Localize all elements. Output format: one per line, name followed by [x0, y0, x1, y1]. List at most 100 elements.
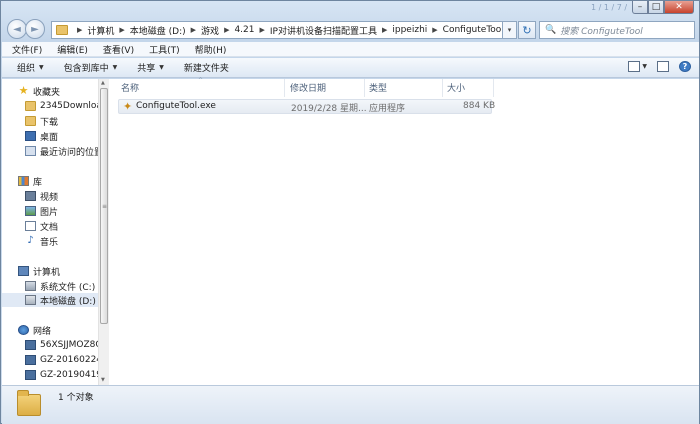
column-header-size[interactable]: 大小	[447, 81, 465, 94]
sidebar-item-label: 计算机	[33, 267, 61, 278]
change-view-icon[interactable]	[628, 61, 641, 72]
breadcrumb-ippeizhi[interactable]: ippeizhi	[392, 25, 427, 35]
breadcrumb-separator[interactable]: ▶	[432, 26, 437, 34]
chevron-down-icon: ▼	[112, 64, 118, 71]
close-button[interactable]: ✕	[664, 1, 694, 14]
include-in-library-label: 包含到库中	[63, 64, 109, 74]
sidebar-item-label: 文档	[40, 222, 59, 233]
breadcrumb-separator[interactable]: ▶	[119, 26, 124, 34]
include-in-library-button[interactable]: 包含到库中 ▼	[64, 61, 118, 74]
sidebar-item-label: GZ-20190419OJ	[40, 370, 98, 380]
new-folder-button[interactable]: 新建文件夹	[184, 61, 229, 74]
library-icon	[18, 176, 29, 186]
sidebar-item-network[interactable]: 网络	[2, 323, 51, 337]
network-computer-icon	[25, 370, 36, 380]
preview-pane-icon[interactable]	[657, 61, 669, 72]
menu-file[interactable]: 文件(F)	[12, 43, 42, 56]
breadcrumb-computer[interactable]: 计算机	[87, 24, 114, 37]
sidebar-item-2345downloads[interactable]: 2345Downloads	[2, 99, 98, 113]
sidebar-item-label: 56XSJJMOZ8C7	[40, 340, 98, 350]
sidebar-item-network-pc[interactable]: GZ-20160224PA	[2, 353, 98, 367]
organize-button[interactable]: 组织 ▼	[17, 61, 44, 74]
sidebar-item-network-pc[interactable]: 56XSJJMOZ8C7	[2, 338, 98, 352]
sidebar-item-drive-d[interactable]: 本地磁盘 (D:)	[2, 293, 98, 307]
chevron-down-icon: ▼	[39, 64, 44, 71]
drive-icon	[25, 295, 36, 305]
menu-view[interactable]: 查看(V)	[103, 43, 134, 56]
application-icon: ✦	[123, 100, 133, 113]
sidebar-item-network-pc[interactable]: GZ-20190419OJ	[2, 368, 98, 382]
sidebar-item-favorites[interactable]: ★ 收藏夹	[2, 84, 60, 98]
column-divider[interactable]	[284, 79, 285, 97]
command-toolbar: 组织 ▼ 包含到库中 ▼ 共享 ▼ 新建文件夹 ▼ ?	[2, 58, 699, 78]
organize-label: 组织	[17, 64, 36, 74]
column-divider[interactable]	[493, 79, 494, 97]
scroll-up-icon[interactable]: ▲	[101, 80, 105, 86]
music-icon: ♪	[27, 235, 34, 246]
drive-icon	[25, 281, 36, 291]
item-count: 1 个对象	[58, 393, 94, 403]
breadcrumb-separator: ▶	[77, 26, 83, 34]
downloads-folder-icon	[25, 116, 36, 126]
minimize-button[interactable]: –	[632, 1, 648, 14]
maximize-button[interactable]: □	[648, 1, 664, 14]
file-type: 应用程序	[369, 104, 406, 114]
scroll-down-icon[interactable]: ▼	[101, 377, 105, 383]
back-button[interactable]: ◄	[7, 19, 27, 39]
sidebar-item-pictures[interactable]: 图片	[2, 204, 58, 218]
sidebar-item-desktop[interactable]: 桌面	[2, 129, 58, 143]
menu-edit[interactable]: 编辑(E)	[57, 43, 88, 56]
breadcrumb-4-21[interactable]: 4.21	[234, 25, 254, 35]
video-icon	[25, 191, 36, 201]
sidebar-item-drive-c[interactable]: 系统文件 (C:)	[2, 279, 95, 293]
navigation-scrollbar[interactable]: ▲ ≡ ▼	[98, 79, 109, 385]
sidebar-item-music[interactable]: ♪ 音乐	[2, 234, 58, 248]
breadcrumb-drive-d[interactable]: 本地磁盘 (D:)	[130, 24, 186, 37]
explorer-window: 1 / 1 / 7 / – □ ✕ ◄ ► ▶ 计算机 ▶ 本地磁盘 (D:) …	[0, 0, 700, 424]
column-header-date[interactable]: 修改日期	[290, 81, 326, 94]
column-divider[interactable]	[364, 79, 365, 97]
share-label: 共享	[137, 64, 156, 74]
sidebar-item-label: 本地磁盘 (D:)	[40, 296, 96, 307]
forward-button[interactable]: ►	[25, 19, 45, 39]
file-date: 2019/2/28 星期...	[291, 104, 367, 114]
breadcrumb-separator[interactable]: ▶	[191, 26, 196, 34]
breadcrumb-separator[interactable]: ▶	[382, 26, 387, 34]
sidebar-item-label: 下载	[40, 117, 59, 128]
help-icon[interactable]: ?	[679, 61, 691, 72]
sidebar-item-libraries[interactable]: 库	[2, 174, 42, 188]
desktop-icon	[25, 131, 36, 141]
breadcrumb-separator[interactable]: ▶	[224, 26, 229, 34]
sidebar-item-downloads[interactable]: 下载	[2, 114, 58, 128]
sidebar-item-label: 2345Downloads	[40, 101, 98, 111]
folder-icon	[25, 101, 36, 111]
breadcrumb-configutetool[interactable]: ConfiguteTool	[443, 25, 502, 35]
status-bar: 1 个对象	[2, 385, 699, 424]
menu-help[interactable]: 帮助(H)	[195, 43, 227, 56]
sidebar-item-videos[interactable]: 视频	[2, 189, 58, 203]
menu-tools[interactable]: 工具(T)	[149, 43, 180, 56]
network-icon	[18, 325, 29, 335]
breadcrumb-ip-tool[interactable]: IP对讲机设备扫描配置工具	[270, 24, 377, 37]
document-icon	[25, 221, 36, 231]
breadcrumb-games[interactable]: 游戏	[201, 24, 219, 37]
sidebar-item-label: 系统文件 (C:)	[40, 282, 96, 293]
sidebar-item-recent-places[interactable]: 最近访问的位置	[2, 144, 98, 158]
sidebar-item-documents[interactable]: 文档	[2, 219, 58, 233]
back-arrow-icon: ◄	[13, 23, 21, 35]
search-placeholder: 搜索 ConfiguteTool	[560, 26, 643, 37]
column-header-name[interactable]: 名称	[121, 81, 139, 94]
file-row[interactable]: ✦ ConfiguteTool.exe 2019/2/28 星期... 应用程序…	[118, 99, 496, 114]
address-history-dropdown[interactable]: ▾	[503, 21, 517, 39]
column-header-type[interactable]: 类型	[369, 81, 387, 94]
refresh-button[interactable]: ↻	[518, 21, 536, 39]
sidebar-item-computer[interactable]: 计算机	[2, 264, 60, 278]
column-divider[interactable]	[442, 79, 443, 97]
address-bar[interactable]: ▶ 计算机 ▶ 本地磁盘 (D:) ▶ 游戏 ▶ 4.21 ▶ IP对讲机设备扫…	[51, 21, 503, 39]
breadcrumb-separator[interactable]: ▶	[260, 26, 265, 34]
file-size: 884 KB	[463, 101, 496, 111]
share-button[interactable]: 共享 ▼	[137, 61, 164, 74]
chevron-down-icon[interactable]: ▼	[642, 63, 647, 70]
folder-icon	[56, 25, 68, 35]
search-input[interactable]: 🔍 搜索 ConfiguteTool	[539, 21, 695, 39]
